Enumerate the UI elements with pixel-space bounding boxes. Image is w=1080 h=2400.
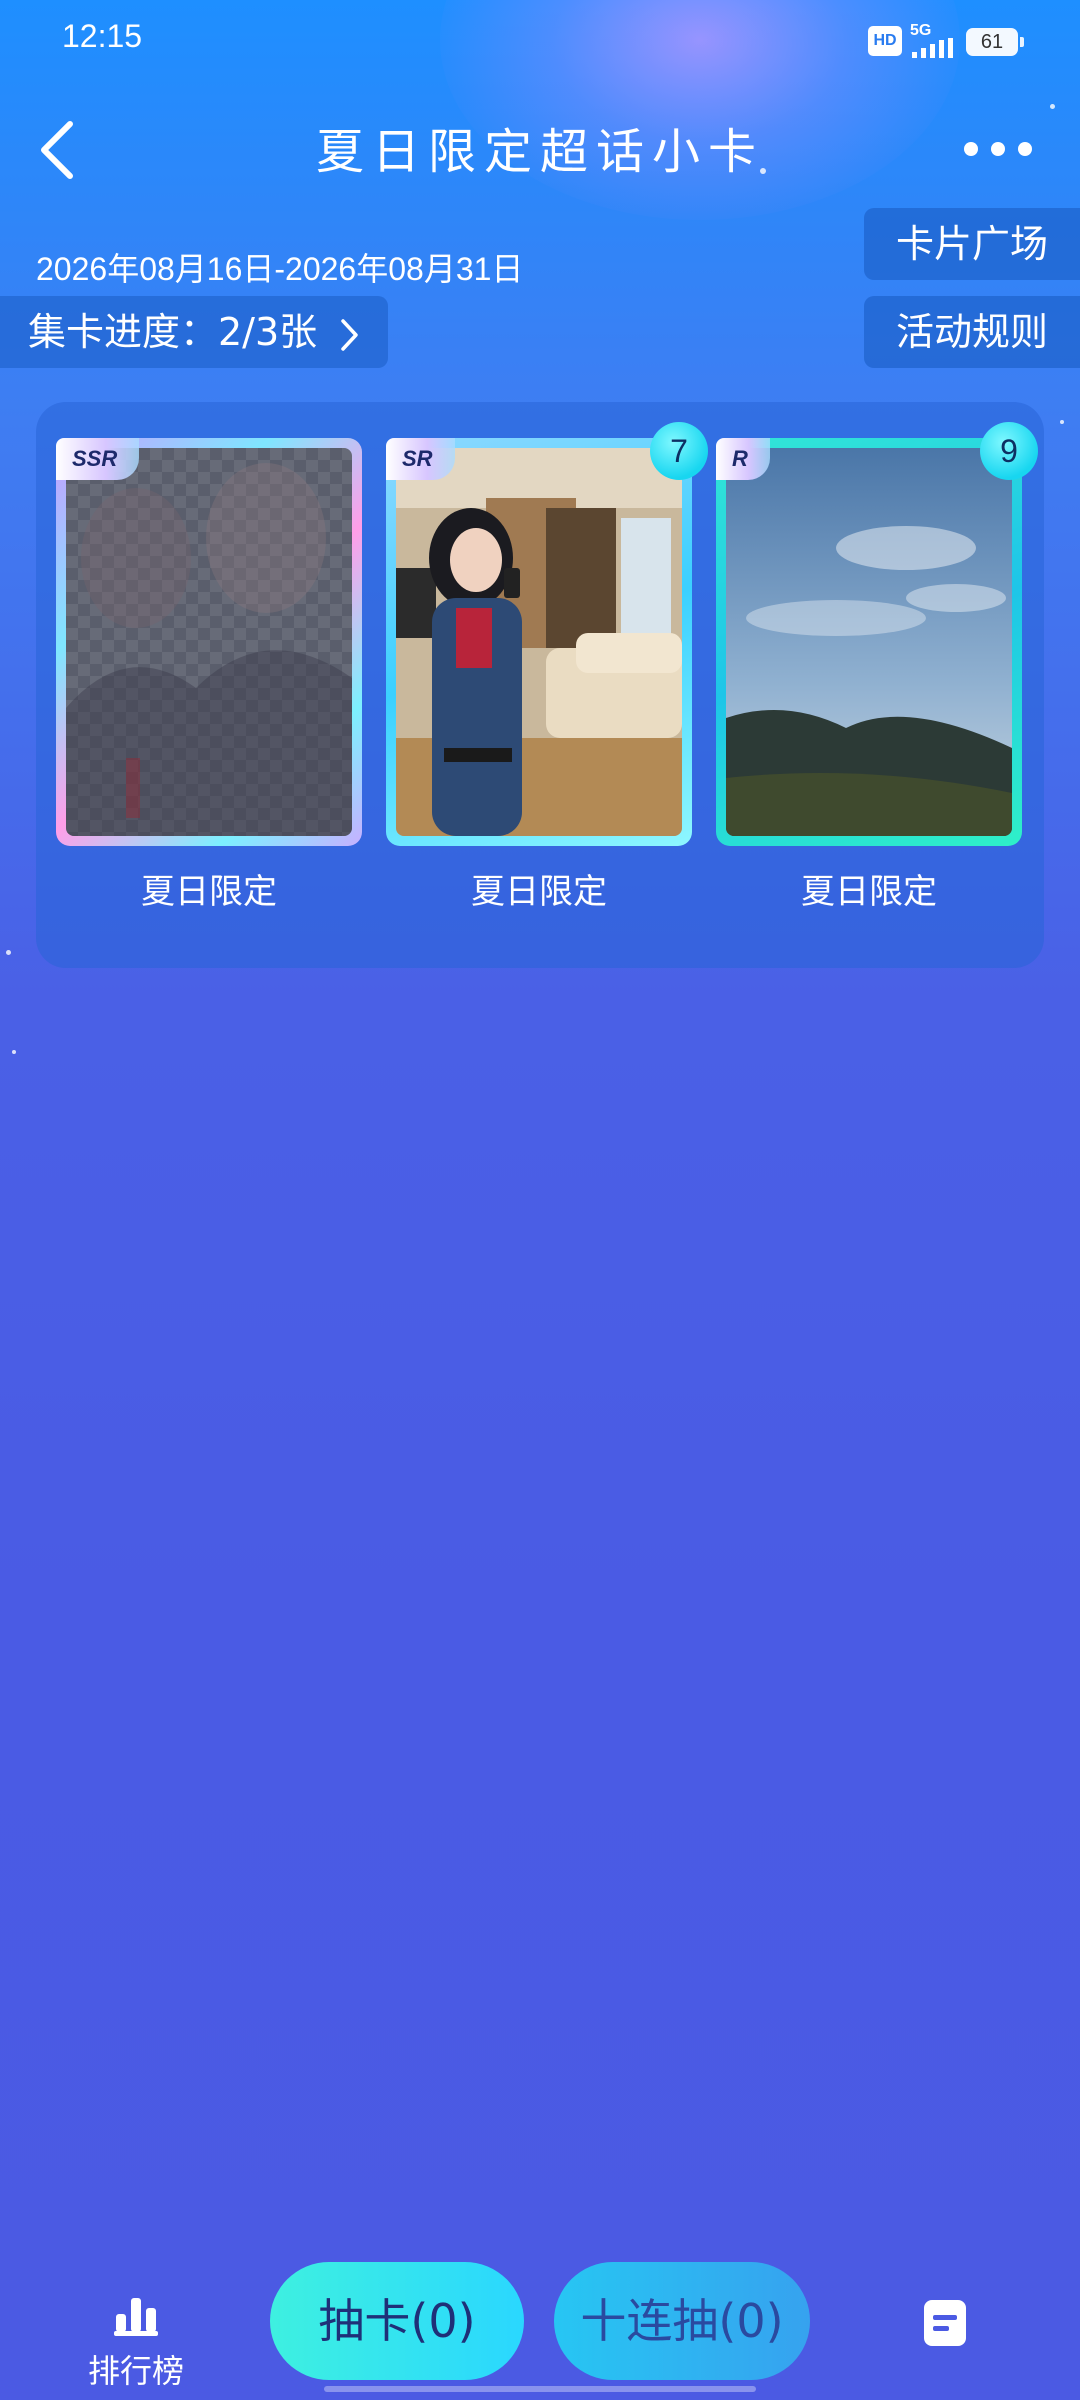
signal-icon	[912, 38, 953, 58]
card-name: 夏日限定	[141, 872, 277, 912]
card-square-button[interactable]: 卡片广场	[864, 208, 1080, 280]
card-image	[396, 448, 682, 836]
collection-progress-button[interactable]: 集卡进度：2/3张	[0, 296, 388, 368]
document-icon[interactable]	[924, 2300, 966, 2346]
cards-panel: SSR 夏日限定 SR 7 夏日限定 R 9 夏日限定	[36, 402, 1044, 968]
photo-image	[396, 448, 682, 836]
chevron-right-icon	[341, 318, 359, 351]
card-r[interactable]: R 9	[716, 422, 1038, 846]
card-image	[726, 448, 1012, 836]
rarity-tag: SR	[386, 438, 455, 480]
home-indicator	[324, 2386, 756, 2392]
card-sr[interactable]: SR 7	[386, 422, 708, 846]
battery-indicator: 61	[966, 28, 1024, 56]
card-name: 夏日限定	[471, 872, 607, 912]
card-name: 夏日限定	[801, 872, 937, 912]
page-title: 夏日限定超话小卡	[315, 124, 764, 180]
hd-badge: HD	[868, 26, 902, 56]
sparkle	[1050, 104, 1055, 109]
card-ssr[interactable]: SSR	[56, 438, 362, 846]
sparkle	[12, 1050, 16, 1054]
sparkle	[1060, 420, 1064, 424]
card-image-locked	[66, 448, 352, 836]
collection-progress-label: 集卡进度：2/3张	[28, 310, 318, 354]
leaderboard-label: 排行榜	[87, 2352, 184, 2390]
rules-button[interactable]: 活动规则	[864, 296, 1080, 368]
status-bar: 12:15 HD 5G 61	[0, 0, 1080, 80]
leaderboard-button[interactable]: 排行榜	[74, 2296, 198, 2392]
rarity-tag: R	[716, 438, 770, 480]
bottom-bar: 排行榜 抽卡(0) 十连抽(0)	[0, 2240, 1080, 2400]
card-count-badge: 7	[650, 422, 708, 480]
bar-chart-icon	[114, 2298, 158, 2336]
sparkle	[6, 950, 11, 955]
chevron-left-icon[interactable]	[36, 118, 86, 182]
silhouette-image	[66, 463, 352, 836]
card-count-badge: 9	[980, 422, 1038, 480]
landscape-image	[726, 448, 1012, 836]
more-horizontal-icon[interactable]	[960, 136, 1036, 162]
draw-card-button[interactable]: 抽卡(0)	[270, 2262, 524, 2380]
activity-date-range: 2026年08月16日-2026年08月31日	[36, 251, 524, 287]
status-time: 12:15	[62, 18, 143, 54]
ten-draw-button[interactable]: 十连抽(0)	[554, 2262, 810, 2380]
rarity-tag: SSR	[56, 438, 140, 480]
